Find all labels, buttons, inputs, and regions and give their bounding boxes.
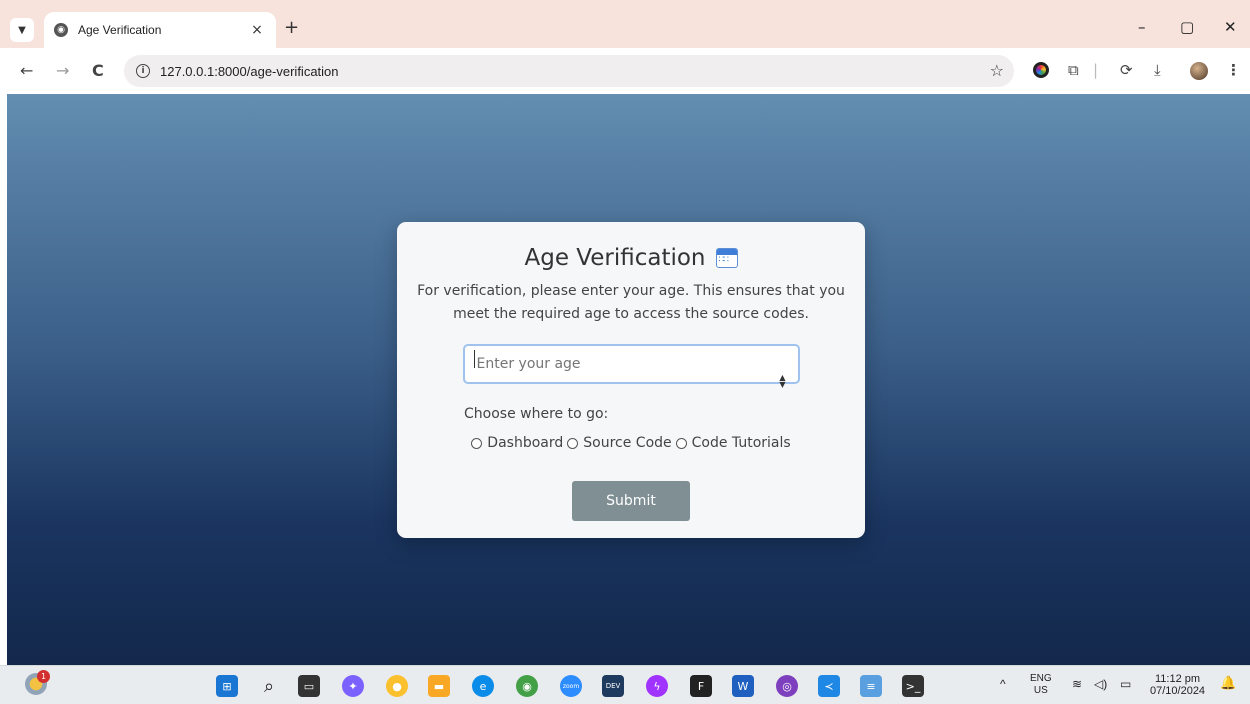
destination-radio-group: Dashboard Source Code Code Tutorials xyxy=(397,435,865,451)
radio-source-code[interactable]: Source Code xyxy=(567,435,672,451)
tab-close-button[interactable]: × xyxy=(248,22,266,38)
github-icon[interactable]: ◎ xyxy=(776,675,798,697)
globe-icon: ◉ xyxy=(54,23,68,37)
zoom-icon[interactable]: zoom xyxy=(560,675,582,697)
language-indicator[interactable]: ENG US xyxy=(1030,673,1052,697)
card-description: For verification, please enter your age.… xyxy=(417,283,845,322)
card-title: Age Verification xyxy=(524,245,706,271)
text-caret xyxy=(474,350,475,368)
age-input-wrapper: ▲▼ xyxy=(462,344,800,389)
minimize-button[interactable]: – xyxy=(1138,18,1146,36)
close-window-button[interactable]: ✕ xyxy=(1224,18,1237,36)
word-icon[interactable]: W xyxy=(732,675,754,697)
radio-circle[interactable] xyxy=(675,437,687,449)
radio-circle[interactable] xyxy=(471,437,483,449)
chrome-icon[interactable]: ◉ xyxy=(516,675,538,697)
age-input[interactable] xyxy=(462,344,800,384)
vscode-icon[interactable]: ≺ xyxy=(818,675,840,697)
terminal-icon[interactable]: >_ xyxy=(902,675,924,697)
notification-bell-icon[interactable]: 🔔 xyxy=(1220,676,1236,689)
reload-button[interactable]: C xyxy=(92,61,104,80)
tab-title: Age Verification xyxy=(78,23,162,37)
profile-avatar[interactable] xyxy=(1190,62,1208,80)
browser-tab-bar: ▼ ◉ Age Verification × + – ▢ ✕ xyxy=(0,0,1250,48)
battery-icon[interactable]: ▭ xyxy=(1120,678,1131,690)
language-code: ENG xyxy=(1030,673,1052,684)
radio-circle[interactable] xyxy=(567,437,579,449)
back-button[interactable]: ← xyxy=(20,61,33,80)
file-explorer-icon[interactable]: ▬ xyxy=(428,675,450,697)
info-icon[interactable]: i xyxy=(136,64,150,78)
messenger-icon[interactable]: ϟ xyxy=(646,675,668,697)
submit-button[interactable]: Submit xyxy=(572,481,690,521)
color-extension-icon[interactable] xyxy=(1033,62,1049,78)
new-tab-button[interactable]: + xyxy=(284,17,299,38)
choose-label: Choose where to go: xyxy=(464,406,609,422)
radio-label: Dashboard xyxy=(487,435,564,451)
address-bar: ← → C i 127.0.0.1:8000/age-verification … xyxy=(0,48,1250,94)
language-region: US xyxy=(1033,685,1048,696)
calendar-icon xyxy=(715,248,738,268)
figma-icon[interactable]: F xyxy=(690,675,712,697)
bookmark-star-icon[interactable]: ☆ xyxy=(990,61,1004,80)
clock-time: 11:12 pm xyxy=(1155,673,1201,685)
toolbar-divider: | xyxy=(1093,61,1099,79)
url-field[interactable]: i 127.0.0.1:8000/age-verification ☆ xyxy=(124,55,1014,87)
page-viewport: Age Verification For verification, pleas… xyxy=(7,94,1250,665)
menu-kebab-icon[interactable]: ⋮ xyxy=(1226,61,1241,79)
edge-icon[interactable]: e xyxy=(472,675,494,697)
number-spinner-icon[interactable]: ▲ ▼ xyxy=(779,374,785,389)
copilot-icon[interactable]: ✦ xyxy=(342,675,364,697)
search-icon[interactable]: ⌕ xyxy=(258,675,280,697)
clock[interactable]: 11:12 pm 07/10/2024 xyxy=(1150,673,1205,697)
browser-tab[interactable]: ◉ Age Verification × xyxy=(44,12,276,48)
clock-date: 07/10/2024 xyxy=(1150,685,1206,697)
radio-code-tutorials[interactable]: Code Tutorials xyxy=(675,435,791,451)
download-icon[interactable]: ⤓ xyxy=(1154,61,1161,79)
forward-button[interactable]: → xyxy=(56,61,69,80)
radio-label: Code Tutorials xyxy=(691,435,791,451)
task-view-icon[interactable]: ▭ xyxy=(298,675,320,697)
tab-search-button[interactable]: ▼ xyxy=(10,18,34,42)
wifi-icon[interactable]: ≋ xyxy=(1072,678,1082,690)
age-verification-card: Age Verification For verification, pleas… xyxy=(397,222,865,538)
extensions-icon[interactable]: ⧉ xyxy=(1068,61,1079,79)
volume-icon[interactable]: ◁) xyxy=(1094,678,1107,690)
notepad-icon[interactable]: ≡ xyxy=(860,675,882,697)
restore-button[interactable]: ▢ xyxy=(1180,18,1194,36)
card-title-row: Age Verification xyxy=(397,245,865,271)
notification-badge: 1 xyxy=(37,670,50,683)
url-text: 127.0.0.1:8000/age-verification xyxy=(160,63,339,79)
radio-dashboard[interactable]: Dashboard xyxy=(471,435,563,451)
taskbar: 1 ⊞ ⌕ ▭ ✦ ● ▬ e ◉ zoom DEV ϟ F W ◎ ≺ ≡ >… xyxy=(0,665,1250,704)
tray-overflow-icon[interactable]: ^ xyxy=(1000,678,1006,690)
performance-icon[interactable]: ⟳ xyxy=(1120,61,1133,79)
python-icon[interactable]: ● xyxy=(386,675,408,697)
windows-start-icon[interactable]: ⊞ xyxy=(216,675,238,697)
radio-label: Source Code xyxy=(583,435,672,451)
devtools-icon[interactable]: DEV xyxy=(602,675,624,697)
